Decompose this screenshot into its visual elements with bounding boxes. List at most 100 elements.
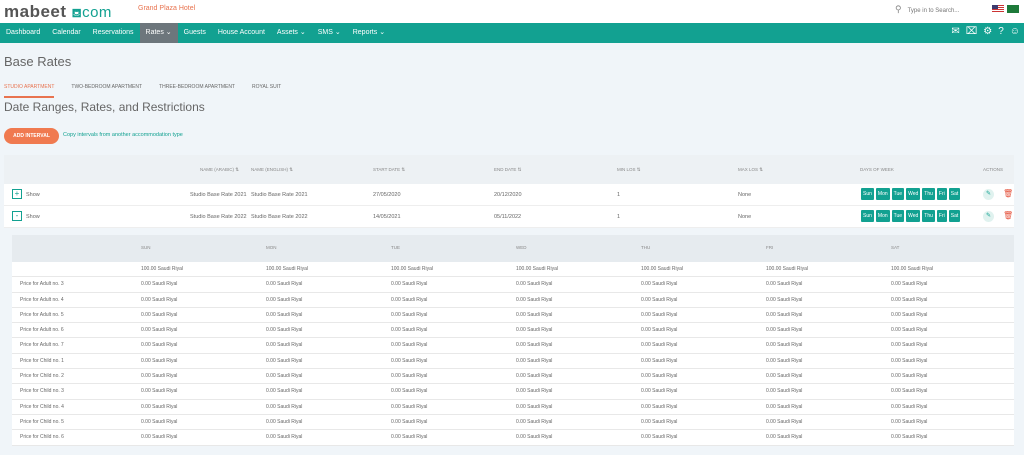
search-box[interactable]: ⚲ Type in to Search...: [895, 4, 959, 15]
trash-icon[interactable]: 🗑: [1003, 189, 1013, 198]
rate-value: 0.00 Saudi Riyal: [641, 388, 678, 395]
expand-button[interactable]: +: [12, 189, 22, 199]
rate-value: 0.00 Saudi Riyal: [766, 296, 803, 303]
rate-value: 0.00 Saudi Riyal: [766, 434, 803, 441]
day-header: THU: [641, 245, 651, 250]
column-header[interactable]: END DATE ⇅: [494, 167, 521, 173]
rate-row: Price for Child no. 6 0.00 Saudi Riyal 0.0…: [12, 430, 1014, 446]
add-interval-button[interactable]: ADD INTERVAL: [4, 128, 59, 144]
main-nav: Dashboard Calendar Reservations Rates ⌄ Gues…: [0, 23, 1024, 43]
nav-item[interactable]: Rates ⌄: [139, 23, 178, 43]
day-badge[interactable]: Fri: [936, 210, 947, 222]
nav-item[interactable]: Guests: [178, 23, 212, 43]
days-of-week: Sun Mon Tue Wed Thu Fri Sat: [861, 188, 961, 200]
rate-value: 0.00 Saudi Riyal: [641, 403, 678, 410]
rate-value: 0.00 Saudi Riyal: [516, 342, 553, 349]
rate-value: 0.00 Saudi Riyal: [391, 281, 428, 288]
day-badge[interactable]: Sat: [948, 210, 961, 222]
trash-icon[interactable]: 🗑: [1003, 211, 1013, 220]
rate-value: 0.00 Saudi Riyal: [516, 403, 553, 410]
help-icon[interactable]: ?: [998, 26, 1004, 37]
cell-name_en: Studio Base Rate 2021: [251, 192, 308, 198]
rate-label: Price for Child no. 3: [20, 388, 64, 395]
rate-label: Price for Child no. 4: [20, 403, 64, 410]
nav-item[interactable]: Assets ⌄: [271, 23, 312, 43]
us-flag-icon[interactable]: [992, 5, 1004, 13]
search-icon: ⚲: [895, 4, 902, 14]
day-badge[interactable]: Thu: [922, 210, 935, 222]
search-input[interactable]: Type in to Search...: [908, 8, 960, 14]
bell-icon: ⛾: [71, 6, 83, 20]
tab-1[interactable]: TWO-BEDROOM APARTMENT: [71, 84, 142, 98]
copy-intervals-link[interactable]: Copy intervals from another accommodatio…: [63, 132, 183, 138]
rate-row: Price for Adult no. 6 0.00 Saudi Riyal 0.0…: [12, 323, 1014, 339]
nav-item[interactable]: Dashboard: [0, 23, 46, 43]
nav-item[interactable]: Reservations: [87, 23, 140, 43]
rate-value: 0.00 Saudi Riyal: [266, 373, 303, 380]
nav-item[interactable]: SMS ⌄: [312, 23, 347, 43]
rate-value: 0.00 Saudi Riyal: [516, 357, 553, 364]
day-badge[interactable]: Sun: [861, 188, 874, 200]
day-badge[interactable]: Tue: [891, 210, 905, 222]
day-header: MON: [266, 245, 277, 250]
rate-value: 0.00 Saudi Riyal: [641, 418, 678, 425]
rate-value: 0.00 Saudi Riyal: [766, 342, 803, 349]
column-header[interactable]: MIN LOS ⇅: [617, 167, 641, 173]
rate-value: 0.00 Saudi Riyal: [641, 342, 678, 349]
day-badge[interactable]: Sat: [948, 188, 961, 200]
rate-value: 0.00 Saudi Riyal: [891, 357, 928, 364]
day-badge[interactable]: Wed: [906, 188, 921, 200]
day-badge[interactable]: Fri: [936, 188, 947, 200]
rate-value: 0.00 Saudi Riyal: [891, 418, 928, 425]
day-header: SAT: [891, 245, 900, 250]
day-badge[interactable]: Thu: [922, 188, 935, 200]
column-header[interactable]: START DATE ⇅: [373, 167, 405, 173]
rate-row: Price for Child no. 5 0.00 Saudi Riyal 0.0…: [12, 414, 1014, 431]
gear-icon[interactable]: ⚙: [983, 26, 992, 37]
day-badge[interactable]: Sun: [861, 210, 874, 222]
rate-label: Price for Adult no. 6: [20, 327, 64, 334]
tab-2[interactable]: THREE-BEDROOM APARTMENT: [159, 84, 235, 98]
tab-3[interactable]: ROYAL SUIT: [252, 84, 281, 98]
day-badge[interactable]: Mon: [875, 210, 890, 222]
rate-value: 0.00 Saudi Riyal: [891, 296, 928, 303]
rate-value: 0.00 Saudi Riyal: [641, 296, 678, 303]
column-header[interactable]: DAYS OF WEEK: [860, 167, 894, 172]
rate-value: 100.00 Saudi Riyal: [141, 266, 183, 272]
rate-value: 0.00 Saudi Riyal: [141, 311, 178, 318]
saudi-flag-icon[interactable]: [1007, 5, 1019, 13]
rate-row: Price for Adult no. 4 0.00 Saudi Riyal 0.0…: [12, 292, 1014, 308]
logo[interactable]: mabeet ⛾com: [4, 2, 112, 22]
day-badge[interactable]: Wed: [906, 210, 921, 222]
column-header[interactable]: NAME (ARABIC) ⇅: [200, 167, 239, 173]
column-header[interactable]: MAX LOS ⇅: [738, 167, 763, 173]
rate-value: 0.00 Saudi Riyal: [641, 434, 678, 441]
rate-value: 0.00 Saudi Riyal: [391, 357, 428, 364]
nav-item[interactable]: Reports ⌄: [347, 23, 391, 43]
cell-max: None: [738, 192, 752, 198]
housekeeping-icon[interactable]: ⌧: [966, 26, 978, 37]
rate-label: Price for Adult no. 5: [20, 311, 64, 318]
tab-0[interactable]: STUDIO APARTMENT: [4, 84, 55, 98]
cell-end: 20/12/2020: [494, 192, 522, 198]
rate-value: 0.00 Saudi Riyal: [766, 373, 803, 380]
column-header[interactable]: ACTIONS: [983, 167, 1003, 172]
show-label[interactable]: Show: [26, 192, 40, 198]
edit-icon[interactable]: ✎: [983, 189, 994, 200]
user-icon[interactable]: ☺: [1010, 26, 1020, 37]
rates-subtable: SUN MON TUE WED THU FRI SAT 100.00 Saudi Riyal 1…: [12, 235, 1014, 446]
hotel-name[interactable]: Grand Plaza Hotel: [138, 5, 195, 12]
nav-item[interactable]: Calendar: [46, 23, 86, 43]
nav-item[interactable]: House Account: [212, 23, 271, 43]
edit-icon[interactable]: ✎: [983, 211, 994, 222]
cell-max: None: [738, 214, 752, 220]
column-header[interactable]: NAME (ENGLISH) ⇅: [251, 167, 293, 173]
inbox-icon[interactable]: ✉: [951, 26, 959, 37]
rate-value: 0.00 Saudi Riyal: [141, 296, 178, 303]
cell-start: 27/05/2020: [373, 192, 401, 198]
collapse-button[interactable]: -: [12, 211, 22, 221]
day-badge[interactable]: Tue: [891, 188, 905, 200]
rate-row: 100.00 Saudi Riyal 100.00 Saudi Riyal 100.…: [12, 262, 1014, 278]
day-badge[interactable]: Mon: [875, 188, 890, 200]
show-label[interactable]: Show: [26, 214, 40, 220]
